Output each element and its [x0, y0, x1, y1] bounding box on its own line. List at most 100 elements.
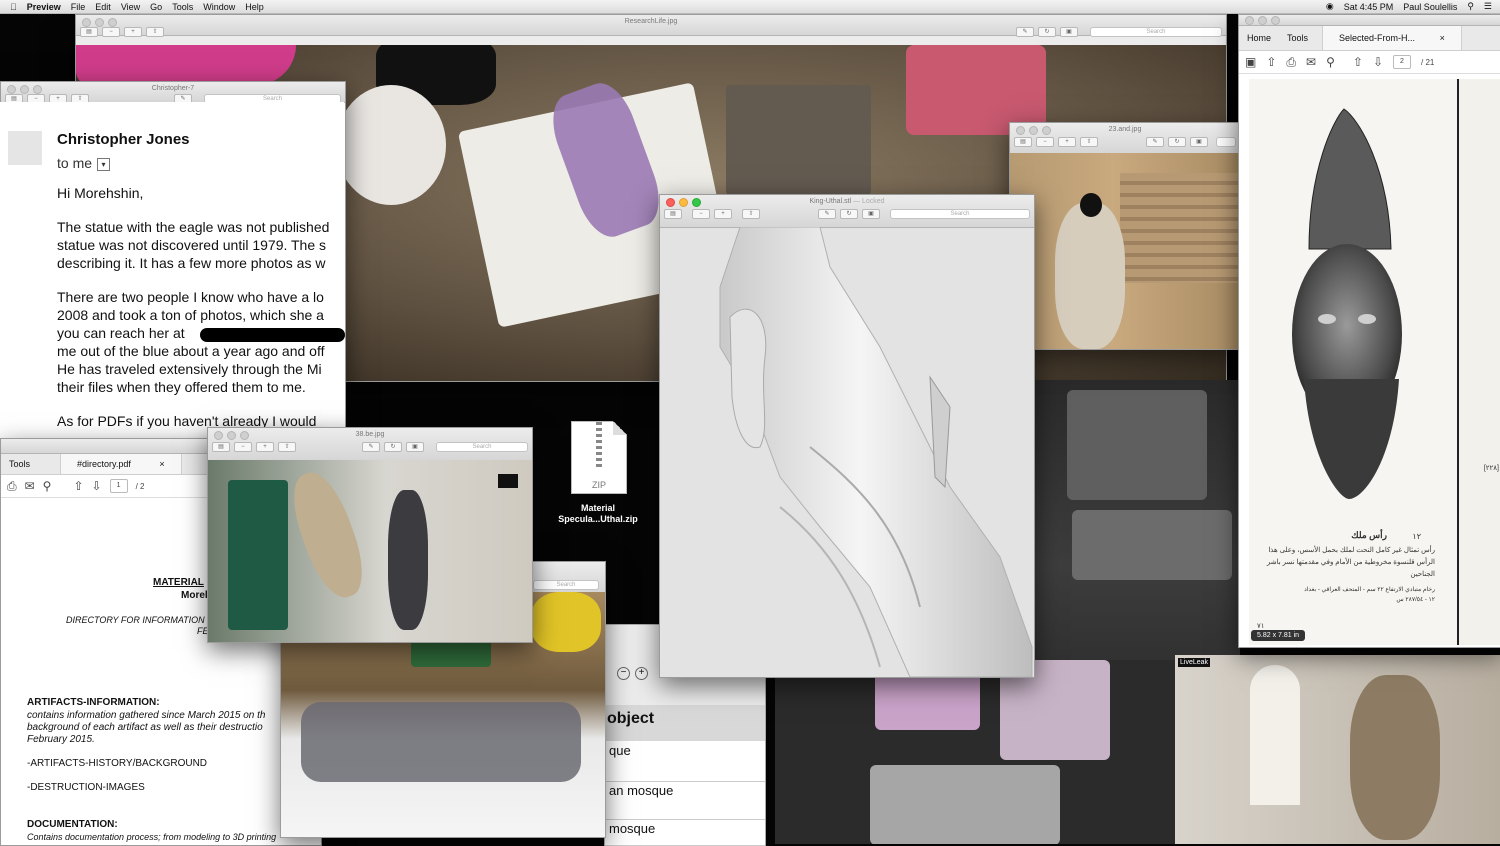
rotate-icon[interactable]: ↻: [384, 442, 402, 452]
zoom-in-icon[interactable]: +: [256, 442, 274, 452]
search-input[interactable]: [1216, 137, 1236, 147]
table-row[interactable]: an mosque: [605, 781, 765, 820]
tools-menu[interactable]: Tools: [1, 459, 38, 469]
page-number-input[interactable]: 1: [109, 479, 128, 493]
tab-directory-pdf[interactable]: #directory.pdf ×: [60, 454, 182, 474]
sidebar-toggle-icon[interactable]: ▤: [1014, 137, 1032, 147]
close-tab-icon[interactable]: ×: [151, 459, 172, 469]
print-icon[interactable]: ⎙: [7, 479, 17, 494]
table-row[interactable]: mosque: [605, 819, 765, 846]
table-header: object: [605, 705, 765, 741]
window-controls[interactable]: [1245, 16, 1280, 25]
email-content: Christopher Jones to me ▾ Hi Morehshin, T…: [0, 102, 345, 442]
markup-icon[interactable]: ✎: [1146, 137, 1164, 147]
titlebar[interactable]: Christopher-7 ▤ − + ⇧ ✎ Search: [1, 82, 345, 104]
zip-file-name[interactable]: Material Specula...Uthal.zip: [545, 503, 651, 525]
table-row[interactable]: que: [605, 741, 765, 782]
toolbox-icon[interactable]: ▣: [1190, 137, 1208, 147]
liveleak-logo: LiveLeak: [1178, 658, 1211, 667]
titlebar[interactable]: 23.and.jpg ▤ − + ⇧ ✎ ↻ ▣: [1010, 123, 1240, 154]
menu-go[interactable]: Go: [150, 2, 162, 12]
minimize-button[interactable]: [1258, 16, 1267, 25]
zoom-in-icon[interactable]: +: [714, 209, 732, 219]
remove-button[interactable]: −: [617, 667, 630, 680]
zoom-out-icon[interactable]: −: [692, 209, 710, 219]
toolbox-icon[interactable]: ▣: [862, 209, 880, 219]
close-button[interactable]: [1245, 16, 1254, 25]
share-icon[interactable]: ⇧: [146, 27, 164, 37]
markup-icon[interactable]: ✎: [1016, 27, 1034, 37]
zoom-out-icon[interactable]: −: [1036, 137, 1054, 147]
rotate-icon[interactable]: ↻: [840, 209, 858, 219]
page-count: / 21: [1421, 57, 1435, 67]
email-paragraph: The statue with the eagle was not publis…: [57, 219, 330, 271]
titlebar[interactable]: [1239, 15, 1500, 26]
share-icon[interactable]: ⇧: [742, 209, 760, 219]
sidebar-toggle-icon[interactable]: ▤: [212, 442, 230, 452]
search-input[interactable]: Search: [436, 442, 528, 452]
toolbox-icon[interactable]: ▣: [406, 442, 424, 452]
search-input[interactable]: Search: [1090, 27, 1222, 37]
statue-3d-model[interactable]: [660, 227, 1034, 677]
gray-mold-2: [1072, 510, 1232, 580]
save-icon[interactable]: ▣: [1245, 55, 1256, 69]
rotate-icon[interactable]: ↻: [1038, 27, 1056, 37]
menu-view[interactable]: View: [121, 2, 140, 12]
rotate-icon[interactable]: ↻: [1168, 137, 1186, 147]
search-icon[interactable]: ⚲: [1326, 55, 1335, 69]
search-input[interactable]: Search: [890, 209, 1030, 219]
mail-icon[interactable]: ✉: [1306, 55, 1316, 69]
zoom-out-icon[interactable]: −: [102, 27, 120, 37]
zoom-in-icon[interactable]: +: [124, 27, 142, 37]
notification-center-icon[interactable]: ☰: [1484, 1, 1492, 12]
arch: [1250, 665, 1300, 805]
previous-page-icon[interactable]: ⇧: [1353, 55, 1363, 69]
zoom-button[interactable]: [1271, 16, 1280, 25]
zoom-out-icon[interactable]: −: [234, 442, 252, 452]
titlebar[interactable]: ResearchLife.jpg ▤ − + ⇧ ✎ ↻ ▣ Search: [76, 15, 1226, 37]
previous-page-icon[interactable]: ⇧: [73, 479, 83, 493]
toolbox-icon[interactable]: ▣: [1060, 27, 1078, 37]
page-number-input[interactable]: 2: [1393, 55, 1411, 69]
titlebar[interactable]: King-Uthal.stl — Locked ▤ − + ⇧ ✎ ↻ ▣ Se…: [660, 195, 1034, 228]
zip-file-icon[interactable]: ZIP: [571, 421, 627, 494]
tab-selected-pdf[interactable]: Selected-From-H... ×: [1322, 26, 1462, 50]
hammer-destruction-photo: [1010, 153, 1240, 349]
apple-icon[interactable]: : [10, 2, 17, 12]
spotlight-search-icon[interactable]: ⚲: [1467, 1, 1474, 12]
add-button[interactable]: +: [635, 667, 648, 680]
menu-file[interactable]: File: [71, 2, 86, 12]
titlebar[interactable]: 38.be.jpg ▤ − + ⇧ ✎ ↻ ▣ Search: [208, 428, 532, 461]
home-tab[interactable]: Home: [1239, 33, 1279, 43]
sidebar-toggle-icon[interactable]: ▤: [80, 27, 98, 37]
tools-tab[interactable]: Tools: [1279, 33, 1316, 43]
next-page-icon[interactable]: ⇩: [1373, 55, 1383, 69]
pink-molds-photo: [775, 660, 1175, 844]
upload-icon[interactable]: ⇧: [1266, 55, 1276, 69]
next-page-icon[interactable]: ⇩: [92, 479, 102, 493]
sidebar-toggle-icon[interactable]: ▤: [664, 209, 682, 219]
user-name[interactable]: Paul Soulellis: [1403, 2, 1457, 12]
close-tab-icon[interactable]: ×: [1432, 33, 1453, 43]
menu-window[interactable]: Window: [203, 2, 235, 12]
worker-head: [1080, 193, 1102, 217]
share-icon[interactable]: ⇧: [1080, 137, 1098, 147]
search-icon[interactable]: ⚲: [43, 479, 52, 493]
clock[interactable]: Sat 4:45 PM: [1344, 2, 1394, 12]
search-input[interactable]: Search: [533, 580, 599, 590]
window-title: King-Uthal.stl — Locked: [660, 196, 1034, 208]
markup-icon[interactable]: ✎: [818, 209, 836, 219]
share-icon[interactable]: ⇧: [278, 442, 296, 452]
print-icon[interactable]: ⎙: [1286, 55, 1296, 70]
statue-figure: [1350, 675, 1440, 840]
markup-icon[interactable]: ✎: [362, 442, 380, 452]
chevron-down-icon[interactable]: ▾: [97, 157, 111, 171]
mail-icon[interactable]: ✉: [25, 479, 35, 493]
menu-help[interactable]: Help: [245, 2, 264, 12]
menu-edit[interactable]: Edit: [95, 2, 111, 12]
wifi-icon[interactable]: ◉: [1326, 1, 1334, 12]
email-sender: Christopher Jones: [57, 131, 190, 148]
menu-app-preview[interactable]: Preview: [27, 2, 61, 12]
zoom-in-icon[interactable]: +: [1058, 137, 1076, 147]
menu-tools[interactable]: Tools: [172, 2, 193, 12]
